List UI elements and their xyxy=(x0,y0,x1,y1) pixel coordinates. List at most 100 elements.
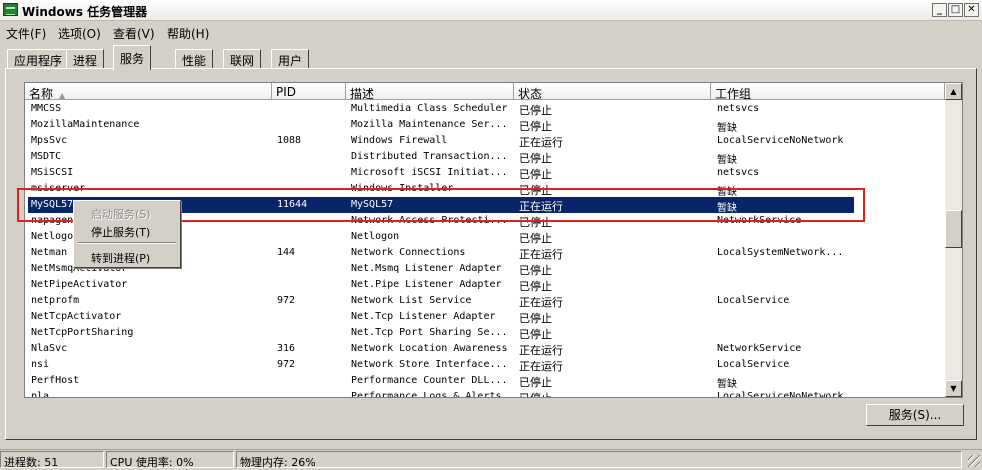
service-group: 暂缺 xyxy=(717,187,737,198)
service-description: Network Connections xyxy=(351,247,466,258)
column-header-description[interactable]: 描述 xyxy=(346,83,514,101)
close-button[interactable]: ✕ xyxy=(964,3,979,17)
tab-users[interactable]: 用户 xyxy=(271,49,310,69)
service-pid: 11644 xyxy=(277,199,308,210)
title-bar[interactable]: Windows 任务管理器 _ □ ✕ xyxy=(0,0,982,21)
service-name: NetTcpActivator xyxy=(31,311,122,322)
list-header: 名称 ▲ PID 描述 状态 工作组 xyxy=(25,83,945,101)
service-name: MozillaMaintenance xyxy=(31,119,140,130)
column-header-name[interactable]: 名称 ▲ xyxy=(25,83,272,101)
scrollbar-thumb[interactable] xyxy=(945,210,962,248)
tab-applications[interactable]: 应用程序 xyxy=(7,49,70,69)
service-group: 暂缺 xyxy=(717,203,737,214)
service-description: Network List Service xyxy=(351,295,472,306)
column-header-status[interactable]: 状态 xyxy=(514,83,711,101)
service-status: 已停止 xyxy=(519,184,552,197)
context-start-service[interactable]: 启动服务(S) xyxy=(91,206,151,222)
service-pid: 972 xyxy=(277,295,296,306)
service-status: 正在运行 xyxy=(519,136,563,149)
table-row[interactable]: MMCSS Multimedia Class Scheduler 已停止 netsvc… xyxy=(25,101,945,117)
service-description: Net.Tcp Port Sharing Se... xyxy=(351,327,508,338)
service-description: Net.Pipe Listener Adapter xyxy=(351,279,502,290)
table-row[interactable]: NetTcpPortSharing Net.Tcp Port Sharing Se… xyxy=(25,325,945,341)
table-row[interactable]: pla Performance Logs & Alerts 已停止 LocalServ… xyxy=(25,389,945,398)
service-group: 暂缺 xyxy=(717,379,737,390)
service-description: Performance Logs & Alerts xyxy=(351,391,502,398)
services-button[interactable]: 服务(S)... xyxy=(866,404,964,426)
tab-services[interactable]: 服务 xyxy=(113,45,152,70)
maximize-button[interactable]: □ xyxy=(948,3,963,17)
service-description: Performance Counter DLL... xyxy=(351,375,508,386)
service-status: 已停止 xyxy=(519,390,709,397)
service-pid: 316 xyxy=(277,343,296,354)
service-description: Multimedia Class Scheduler xyxy=(351,103,508,114)
table-row[interactable]: NlaSvc 316 Network Location Awareness 正在运行 N… xyxy=(25,341,945,357)
service-description: Windows Installer xyxy=(351,183,454,194)
status-memory: 物理内存: 26% xyxy=(236,451,962,469)
menu-view[interactable]: 查看(V) xyxy=(113,25,155,42)
table-row[interactable]: MSiSCSI Microsoft iSCSI Initiat... 已停止 nets… xyxy=(25,165,945,181)
service-status: 正在运行 xyxy=(519,296,563,309)
service-status: 已停止 xyxy=(519,328,552,341)
table-row[interactable]: netprofm 972 Network List Service 正在运行 Local… xyxy=(25,293,945,309)
tab-processes[interactable]: 进程 xyxy=(66,49,105,69)
service-status: 已停止 xyxy=(519,280,552,293)
service-name: MSiSCSI xyxy=(31,167,74,178)
status-cpu-usage: CPU 使用率: 0% xyxy=(106,451,234,469)
menu-help[interactable]: 帮助(H) xyxy=(167,25,209,42)
service-group: NetworkService xyxy=(717,343,802,354)
service-name: MSDTC xyxy=(31,151,62,162)
service-group: LocalServiceNoNetwork xyxy=(717,135,844,146)
service-status: 已停止 xyxy=(519,152,552,165)
tab-performance[interactable]: 性能 xyxy=(175,49,214,69)
service-name: NetTcpPortSharing xyxy=(31,327,134,338)
table-row[interactable]: MozillaMaintenance Mozilla Maintenance Se… xyxy=(25,117,945,134)
scroll-up-arrow-icon[interactable]: ▲ xyxy=(945,83,962,100)
table-row[interactable]: NetPipeActivator Net.Pipe Listener Adapte… xyxy=(25,277,945,293)
service-group: LocalServiceNoNetwork xyxy=(717,391,844,398)
column-header-pid[interactable]: PID xyxy=(272,83,346,100)
service-description: Network Store Interface... xyxy=(351,359,508,370)
service-status: 已停止 xyxy=(519,104,552,117)
minimize-button[interactable]: _ xyxy=(932,3,947,17)
task-manager-icon xyxy=(3,3,18,16)
service-status: 已停止 xyxy=(519,232,552,245)
resize-grip-icon[interactable] xyxy=(968,455,980,467)
service-pid: 972 xyxy=(277,359,296,370)
service-description: Network Location Awareness xyxy=(351,343,508,354)
service-group: LocalService xyxy=(717,359,790,370)
menu-bar: 文件(F) 选项(O) 查看(V) 帮助(H) xyxy=(0,22,982,42)
service-group: LocalService xyxy=(717,295,790,306)
table-row[interactable]: nsi 972 Network Store Interface... 正在运行 Loca… xyxy=(25,357,945,373)
service-status: 正在运行 xyxy=(519,200,563,213)
service-name: NlaSvc xyxy=(31,343,68,354)
menu-file[interactable]: 文件(F) xyxy=(6,25,46,42)
table-row[interactable]: MSDTC Distributed Transaction... 已停止 暂缺 xyxy=(25,149,945,166)
window-title: Windows 任务管理器 xyxy=(22,5,148,19)
scroll-down-arrow-icon[interactable]: ▼ xyxy=(945,380,962,397)
service-status: 已停止 xyxy=(519,168,552,181)
tab-strip: 应用程序 进程 服务 性能 联网 用户 xyxy=(0,45,982,70)
service-name: PerfHost xyxy=(31,375,80,386)
column-header-group[interactable]: 工作组 xyxy=(711,83,945,101)
service-group: 暂缺 xyxy=(717,123,737,134)
service-status: 已停止 xyxy=(519,216,552,229)
service-name: MpsSvc xyxy=(31,135,68,146)
service-description: Network Access Protecti... xyxy=(351,215,508,226)
tab-networking[interactable]: 联网 xyxy=(223,49,262,69)
service-status: 正在运行 xyxy=(519,344,563,357)
service-name: nsi xyxy=(31,359,50,370)
service-status: 已停止 xyxy=(519,312,552,325)
table-row[interactable]: msiserver Windows Installer 已停止 暂缺 xyxy=(25,181,945,198)
table-row[interactable]: PerfHost Performance Counter DLL... 已停止 暂缺 xyxy=(25,373,945,390)
service-status: 已停止 xyxy=(519,264,552,277)
context-stop-service[interactable]: 停止服务(T) xyxy=(91,224,150,240)
menu-options[interactable]: 选项(O) xyxy=(58,25,101,42)
status-process-count: 进程数: 51 xyxy=(0,451,104,469)
service-group: LocalSystemNetwork... xyxy=(717,247,844,258)
table-row[interactable]: NetTcpActivator Net.Tcp Listener Adapter 已… xyxy=(25,309,945,325)
service-description: Netlogon xyxy=(351,231,400,242)
table-row[interactable]: MpsSvc 1088 Windows Firewall 正在运行 LocalServi… xyxy=(25,133,945,149)
vertical-scrollbar[interactable]: ▲ ▼ xyxy=(945,83,962,397)
context-go-to-process[interactable]: 转到进程(P) xyxy=(91,250,150,266)
